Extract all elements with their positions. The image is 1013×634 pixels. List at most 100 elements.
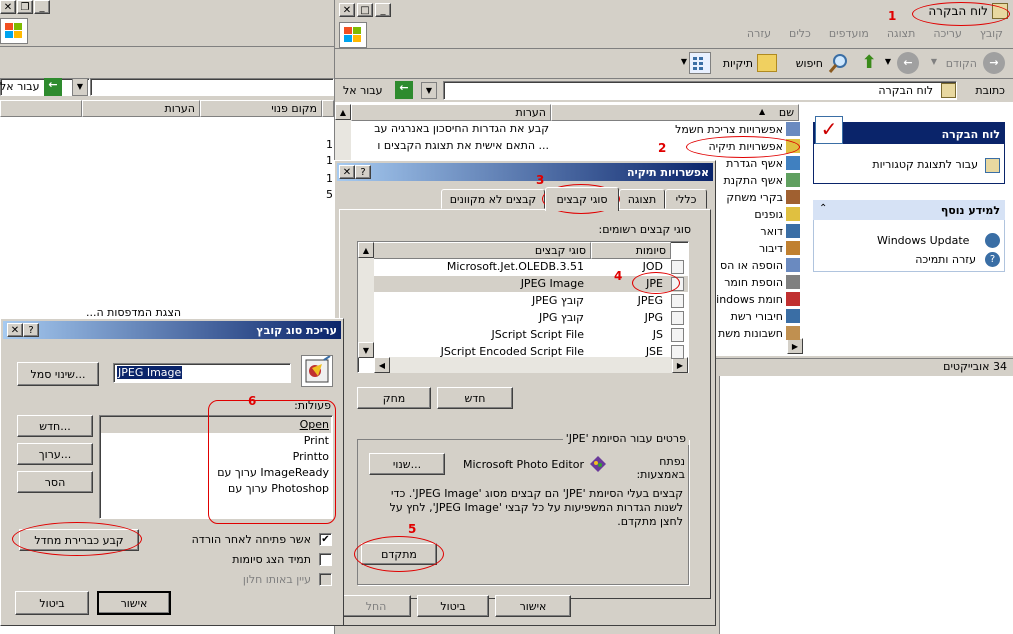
change-program-button[interactable]: שנוי... <box>369 453 445 475</box>
type-name-value[interactable]: JPEG Image <box>117 366 183 379</box>
back-icon[interactable]: → <box>983 52 1005 74</box>
control-panel-item[interactable]: אפשרויות צריכת חשמל <box>675 121 800 137</box>
menu-bar: קובץ עריכה תצוגה מועדפים כלים עזרה <box>747 27 1003 40</box>
ok-button[interactable]: אישור <box>495 595 571 617</box>
cancel-button[interactable]: ביטול <box>15 591 89 615</box>
edit-type-titlebar: עריכת סוג קובץ <box>3 321 341 339</box>
windows-update-icon <box>985 233 1000 248</box>
minimize-icon[interactable]: _ <box>34 0 50 14</box>
address-value[interactable]: לוח הבקרה <box>878 84 933 97</box>
go-label[interactable]: עבור אל <box>343 84 383 97</box>
file-extension: JPE <box>646 277 663 290</box>
remove-action-button[interactable]: הסר <box>17 471 93 493</box>
browse-same-window-checkbox[interactable] <box>319 573 332 586</box>
left-row-1: 1 <box>326 138 333 151</box>
control-panel-item-label: הוספת חומר <box>724 275 783 289</box>
always-show-ext-checkbox[interactable] <box>319 553 332 566</box>
control-panel-item[interactable]: גופנים <box>754 206 800 222</box>
minimize-icon[interactable]: _ <box>375 3 391 17</box>
dropdown-arrow-icon[interactable]: ▼ <box>72 78 88 96</box>
file-type-row[interactable] <box>374 310 688 326</box>
left-go-label[interactable]: עבור אל <box>0 80 40 93</box>
search-icon[interactable] <box>827 52 849 74</box>
menu-file[interactable]: קובץ <box>980 27 1003 40</box>
control-panel-item-comment: ... התאם אישית את תצוגת הקבצים ו <box>377 139 549 152</box>
change-icon-button[interactable]: שינוי סמל... <box>17 362 99 386</box>
col-file-type[interactable]: סוגי קבצים <box>373 242 591 259</box>
close-icon[interactable]: ✕ <box>7 323 23 337</box>
file-extension: JS <box>652 328 663 341</box>
tab-general[interactable]: כללי <box>665 189 707 209</box>
windows-update-link[interactable]: Windows Update <box>877 234 969 247</box>
control-panel-item-icon <box>786 190 800 204</box>
edit-action-button[interactable]: ערוך... <box>17 443 93 465</box>
control-panel-item-icon <box>786 156 800 170</box>
up-folder-icon[interactable]: ⬆ <box>859 52 879 74</box>
control-panel-item[interactable]: אשף התקנת <box>723 172 800 188</box>
scroll-up-icon[interactable]: ▲ <box>358 242 374 258</box>
scroll-up-icon[interactable]: ▲ <box>335 104 351 120</box>
new-type-button[interactable]: חדש <box>437 387 513 409</box>
control-panel-item[interactable]: בקרי משחק <box>726 189 800 205</box>
ok-button[interactable]: אישור <box>97 591 171 615</box>
control-panel-item-label: אשף התקנת <box>723 173 783 187</box>
control-panel-item[interactable]: חיבורי רשת <box>731 308 800 324</box>
file-type-name: JScript Script File <box>491 328 584 341</box>
back-dropdown-icon[interactable]: ▼ <box>931 57 937 66</box>
search-label[interactable]: חיפוש <box>796 57 823 70</box>
collapse-chevron-icon[interactable]: ⌃ <box>819 203 827 214</box>
views-icon[interactable] <box>689 52 711 74</box>
tab-offline-files[interactable]: קבצים לא מקוונים <box>441 189 545 209</box>
views-dropdown-icon[interactable]: ▼ <box>681 57 687 66</box>
confirm-open-checkbox[interactable]: ✔ <box>319 533 332 546</box>
help-support-link[interactable]: עזרה ותמיכה <box>915 253 976 266</box>
col-comments[interactable]: הערות <box>82 100 200 117</box>
apply-button[interactable]: החל <box>341 595 411 617</box>
close-icon[interactable]: ✕ <box>339 165 355 179</box>
new-action-button[interactable]: חדש... <box>17 415 93 437</box>
help-icon[interactable]: ? <box>23 323 39 337</box>
address-dropdown-icon[interactable]: ▼ <box>421 82 437 99</box>
col-extension[interactable]: סיומות <box>591 242 671 259</box>
delete-type-button[interactable]: מחק <box>357 387 431 409</box>
control-panel-item[interactable]: אשף הגדרת <box>726 155 800 171</box>
go-arrow-icon[interactable]: ← <box>395 81 413 99</box>
control-panel-item[interactable]: חשבונות משת <box>718 325 800 341</box>
set-default-button[interactable]: קבע כברירת מחדל <box>19 529 139 551</box>
col-extra[interactable] <box>322 100 334 117</box>
col-comments[interactable]: הערות <box>351 104 551 121</box>
scroll-down-icon[interactable]: ▼ <box>358 342 374 358</box>
control-panel-item[interactable]: הוספת חומר <box>724 274 800 290</box>
menu-help[interactable]: עזרה <box>747 27 771 40</box>
help-icon[interactable]: ? <box>355 165 371 179</box>
control-panel-item[interactable]: הוספה או הס <box>720 257 800 273</box>
restore-icon[interactable]: ❐ <box>17 0 33 14</box>
menu-view[interactable]: תצוגה <box>887 27 915 40</box>
tab-view[interactable]: תצוגה <box>619 189 665 209</box>
forward-dropdown-icon[interactable]: ▼ <box>885 57 891 66</box>
menu-edit[interactable]: עריכה <box>933 27 962 40</box>
control-panel-item[interactable]: דיבור <box>759 240 800 256</box>
category-view-icon[interactable] <box>985 158 1000 173</box>
advanced-button[interactable]: מתקדם <box>361 543 437 565</box>
folders-icon[interactable] <box>757 54 777 72</box>
maximize-icon[interactable]: □ <box>357 3 373 17</box>
go-arrow-icon[interactable]: ← <box>44 78 62 96</box>
left-address-input[interactable] <box>90 78 334 96</box>
cancel-button[interactable]: ביטול <box>417 595 489 617</box>
col-empty[interactable] <box>0 100 82 117</box>
control-panel-item[interactable]: דואר <box>760 223 800 239</box>
close-icon[interactable]: ✕ <box>0 0 16 14</box>
tab-file-types[interactable]: סוגי קבצים <box>545 187 619 211</box>
forward-icon[interactable]: ← <box>897 52 919 74</box>
menu-favorites[interactable]: מועדפים <box>829 27 869 40</box>
menu-tools[interactable]: כלים <box>789 27 811 40</box>
switch-view-link[interactable]: עבור לתצוגת קטגוריות <box>872 158 978 171</box>
close-icon[interactable]: ✕ <box>339 3 355 17</box>
control-panel-item[interactable]: חומת Windows <box>706 291 800 307</box>
control-panel-item[interactable]: אפשרויות תיקיה <box>708 138 800 154</box>
folders-label[interactable]: תיקיות <box>723 57 753 70</box>
list-vscroll[interactable] <box>358 258 374 342</box>
col-free-space[interactable]: מקום פנוי <box>200 100 322 117</box>
back-label[interactable]: הקודם <box>946 57 977 70</box>
